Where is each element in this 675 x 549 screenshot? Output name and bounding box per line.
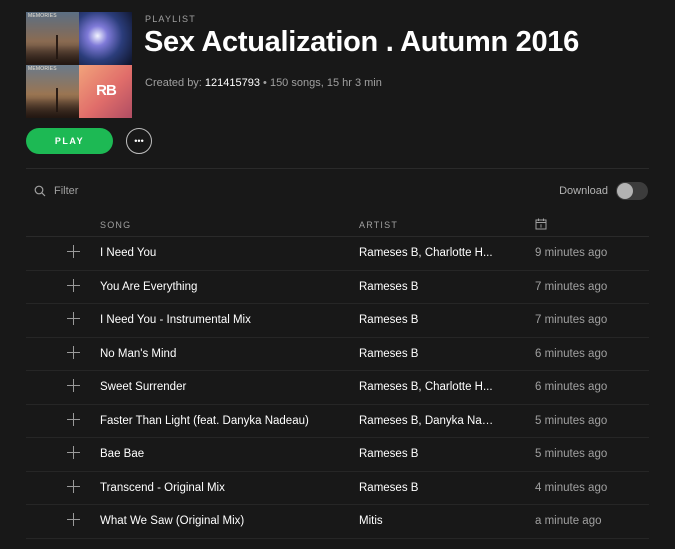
calendar-icon [535, 218, 547, 230]
playlist-cover[interactable]: MEMORIES MEMORIES RB [26, 12, 132, 118]
track-artist[interactable]: Rameses B, Danyka Nad... [359, 415, 495, 427]
track-artist[interactable]: Rameses B [359, 348, 495, 360]
track-added: 5 minutes ago [535, 448, 608, 460]
track-artist[interactable]: Rameses B, Charlotte H... [359, 381, 495, 393]
playlist-meta: Created by: 121415793 • 150 songs, 15 hr… [145, 77, 382, 89]
filter-field[interactable]: Filter [34, 183, 78, 199]
more-dots-icon: ••• [134, 136, 144, 146]
add-track-icon[interactable] [67, 278, 81, 293]
track-title: No Man's Mind [100, 347, 177, 360]
track-added: 6 minutes ago [535, 381, 608, 393]
more-options-button[interactable]: ••• [126, 128, 152, 154]
search-icon [34, 185, 46, 197]
cover-tile-1: MEMORIES [26, 12, 79, 65]
track-added: a minute ago [535, 515, 602, 527]
play-button[interactable]: PLAY [26, 128, 113, 154]
track-list: I Need You Rameses B, Charlotte H... 9 m… [26, 237, 649, 539]
track-added: 7 minutes ago [535, 314, 608, 326]
add-track-icon[interactable] [67, 379, 81, 393]
cover-logo: RB [96, 82, 117, 99]
track-title: I Need You [100, 247, 157, 259]
header-divider [26, 168, 649, 169]
track-artist[interactable]: Rameses B [359, 314, 495, 326]
track-title: Sweet Surrender [100, 381, 187, 393]
track-row[interactable]: Bae Bae Rameses B 5 minutes ago [26, 438, 649, 472]
track-row[interactable]: Sweet Surrender Rameses B, Charlotte H..… [26, 371, 649, 405]
track-row[interactable]: What We Saw (Original Mix) Mitis a minut… [26, 505, 649, 539]
cover-tile-2 [79, 12, 132, 65]
track-row[interactable]: I Need You Rameses B, Charlotte H... 9 m… [26, 237, 649, 271]
track-title: I Need You - Instrumental Mix [100, 314, 251, 326]
add-track-icon[interactable] [67, 412, 81, 427]
track-row[interactable]: You Are Everything Rameses B 7 minutes a… [26, 271, 649, 304]
add-track-icon[interactable] [67, 345, 81, 360]
track-artist[interactable]: Rameses B [359, 448, 495, 460]
add-track-icon[interactable] [67, 446, 81, 460]
track-artist[interactable]: Rameses B [359, 281, 495, 293]
track-added: 9 minutes ago [535, 247, 608, 259]
filter-input[interactable]: Filter [54, 185, 78, 197]
add-track-icon[interactable] [67, 245, 81, 259]
cover-silhouette [26, 45, 79, 65]
track-artist[interactable]: Rameses B [359, 482, 495, 494]
playlist-title: Sex Actualization . Autumn 2016 [144, 26, 579, 58]
track-added: 5 minutes ago [535, 414, 608, 427]
playlist-page: MEMORIES MEMORIES RB PLAYLIST Sex Actual… [0, 0, 675, 549]
playlist-stats: • 150 songs, 15 hr 3 min [259, 77, 382, 89]
track-row[interactable]: No Man's Mind Rameses B 6 minutes ago [26, 338, 649, 371]
column-song[interactable]: SONG [100, 220, 131, 230]
track-title: Faster Than Light (feat. Danyka Nadeau) [100, 414, 309, 427]
track-row[interactable]: Faster Than Light (feat. Danyka Nadeau) … [26, 405, 649, 438]
track-title: Bae Bae [100, 448, 145, 460]
cover-tile-3: MEMORIES [26, 65, 79, 118]
cover-tag: MEMORIES [28, 66, 57, 72]
track-title: Transcend - Original Mix [100, 481, 225, 494]
cover-tile-4: RB [79, 65, 132, 118]
cover-tag: MEMORIES [28, 13, 57, 19]
table-header: SONG ARTIST [0, 214, 675, 238]
track-row[interactable]: I Need You - Instrumental Mix Rameses B … [26, 304, 649, 338]
track-added: 7 minutes ago [535, 280, 608, 293]
track-added: 4 minutes ago [535, 481, 608, 494]
column-added[interactable] [535, 218, 547, 232]
track-added: 6 minutes ago [535, 347, 608, 360]
download-label: Download [559, 185, 608, 197]
track-row[interactable]: Transcend - Original Mix Rameses B 4 min… [26, 472, 649, 505]
track-artist[interactable]: Mitis [359, 515, 495, 527]
toggle-knob [617, 183, 633, 199]
track-title: You Are Everything [100, 280, 198, 293]
created-by-label: Created by: [145, 77, 205, 89]
track-title: What We Saw (Original Mix) [100, 515, 245, 527]
track-artist[interactable]: Rameses B, Charlotte H... [359, 247, 495, 259]
column-artist[interactable]: ARTIST [359, 220, 398, 230]
download-toggle[interactable] [616, 182, 648, 200]
add-track-icon[interactable] [67, 479, 81, 494]
add-track-icon[interactable] [67, 312, 81, 326]
add-track-icon[interactable] [67, 513, 81, 527]
playlist-type-label: PLAYLIST [145, 14, 196, 24]
creator-link[interactable]: 121415793 [205, 77, 260, 89]
cover-silhouette [26, 98, 79, 118]
download-control: Download [559, 182, 648, 200]
